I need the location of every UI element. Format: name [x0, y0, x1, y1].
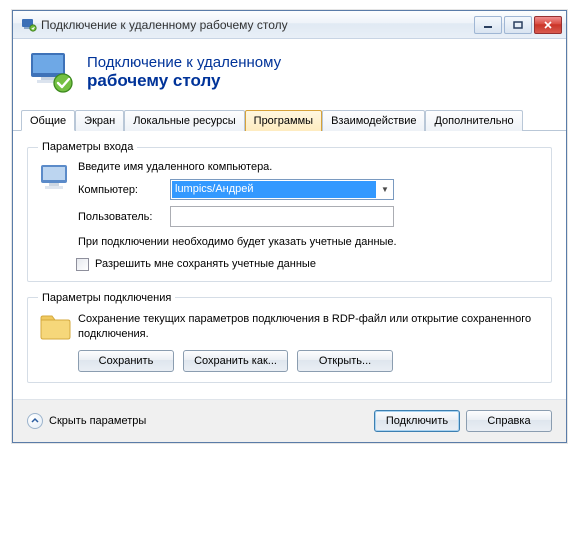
credentials-note: При подключении необходимо будет указать… [78, 235, 541, 250]
save-button[interactable]: Сохранить [78, 350, 174, 372]
banner-line2: рабочему столу [87, 71, 281, 91]
chevron-up-icon [27, 413, 43, 429]
connection-group: Параметры подключения Сохранение текущих… [27, 292, 552, 383]
tab-programs[interactable]: Программы [245, 110, 322, 131]
tab-general[interactable]: Общие [21, 110, 75, 131]
username-field[interactable] [170, 206, 394, 227]
app-icon [21, 17, 37, 33]
banner-text: Подключение к удаленному рабочему столу [87, 54, 281, 91]
minimize-button[interactable] [474, 16, 502, 34]
tab-advanced[interactable]: Дополнительно [425, 110, 522, 131]
dialog-footer: Скрыть параметры Подключить Справка [13, 399, 566, 442]
window-title: Подключение к удаленному рабочему столу [41, 18, 472, 32]
maximize-button[interactable] [504, 16, 532, 34]
save-as-button[interactable]: Сохранить как... [183, 350, 288, 372]
chevron-down-icon[interactable]: ▼ [377, 185, 393, 194]
connect-button[interactable]: Подключить [374, 410, 460, 432]
tab-experience[interactable]: Взаимодействие [322, 110, 425, 131]
hide-options-control[interactable]: Скрыть параметры [27, 413, 374, 429]
titlebar: Подключение к удаленному рабочему столу [13, 11, 566, 39]
tab-strip: Общие Экран Локальные ресурсы Программы … [13, 109, 566, 131]
connection-desc: Сохранение текущих параметров подключени… [78, 312, 541, 342]
connection-legend: Параметры подключения [38, 292, 175, 304]
open-button[interactable]: Открыть... [297, 350, 393, 372]
header-banner: Подключение к удаленному рабочему столу [13, 39, 566, 109]
login-legend: Параметры входа [38, 141, 137, 153]
tab-local-resources[interactable]: Локальные ресурсы [124, 110, 244, 131]
save-credentials-checkbox[interactable] [76, 258, 89, 271]
login-hint: Введите имя удаленного компьютера. [78, 161, 541, 173]
computer-label: Компьютер: [78, 184, 170, 196]
tab-panel-general: Параметры входа Введите имя удаленного к… [13, 131, 566, 399]
tab-display[interactable]: Экран [75, 110, 124, 131]
hide-options-label: Скрыть параметры [49, 415, 146, 427]
rdp-icon [29, 49, 75, 95]
rdp-dialog: Подключение к удаленному рабочему столу … [12, 10, 567, 443]
user-label: Пользователь: [78, 211, 170, 223]
folder-icon [38, 312, 78, 372]
save-credentials-label: Разрешить мне сохранять учетные данные [95, 258, 316, 270]
help-button[interactable]: Справка [466, 410, 552, 432]
banner-line1: Подключение к удаленному [87, 54, 281, 71]
close-button[interactable] [534, 16, 562, 34]
computer-value: lumpics/Андрей [172, 181, 376, 198]
computer-icon [38, 161, 78, 271]
login-group: Параметры входа Введите имя удаленного к… [27, 141, 552, 282]
computer-combobox[interactable]: lumpics/Андрей ▼ [170, 179, 394, 200]
